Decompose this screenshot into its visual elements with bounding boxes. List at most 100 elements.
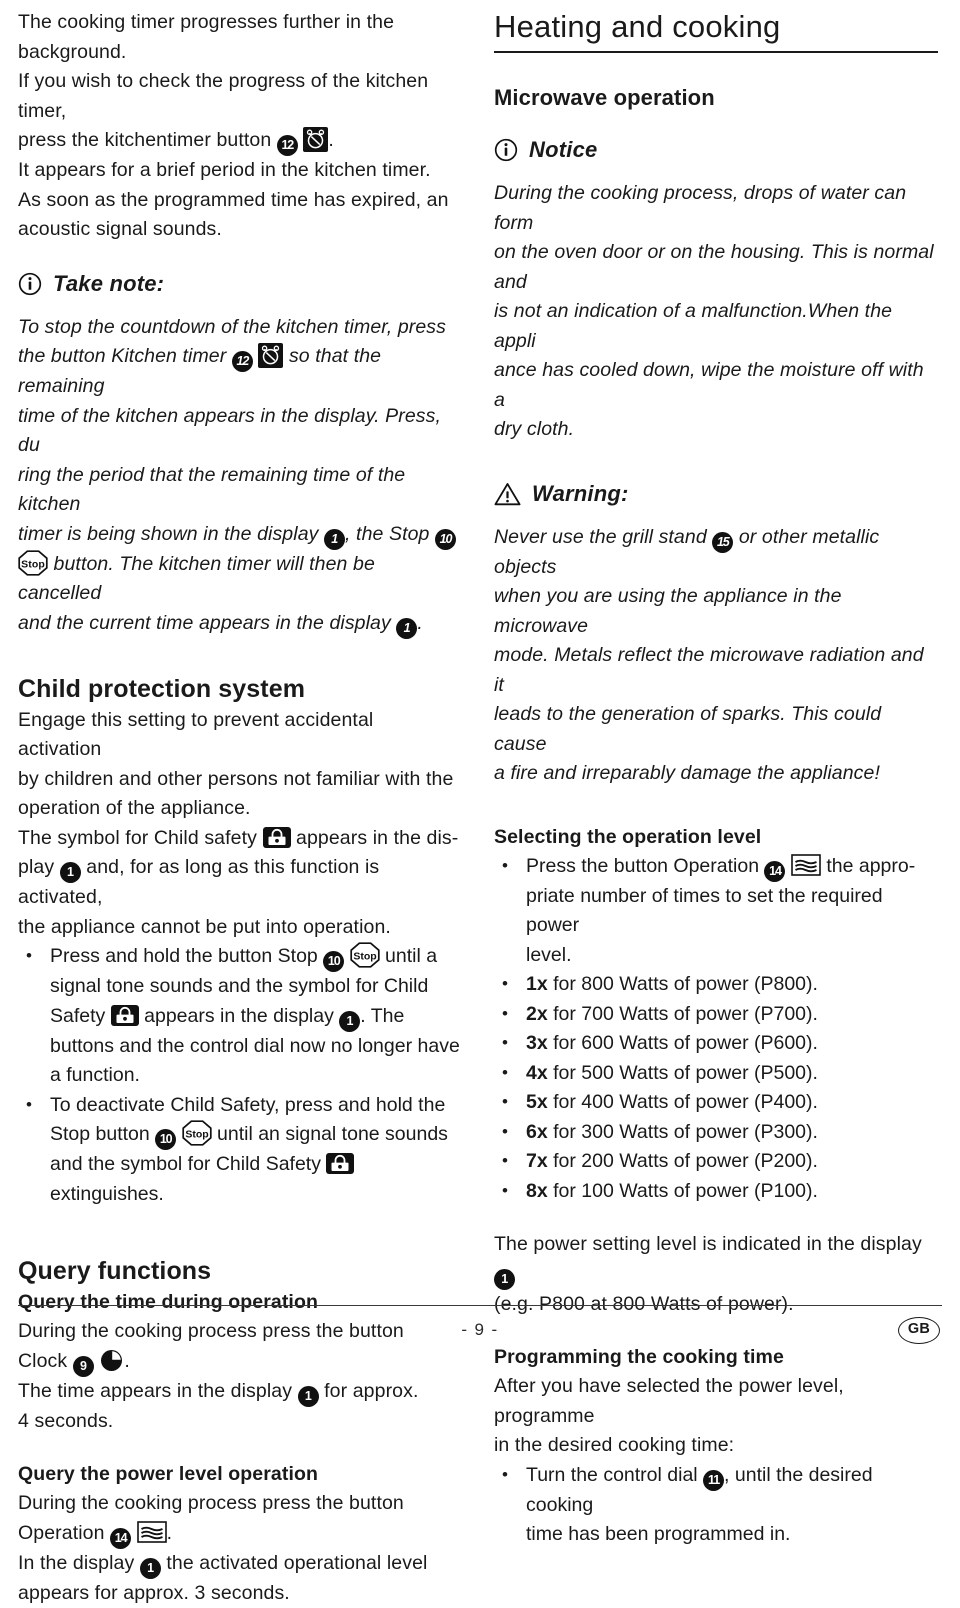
selecting-operation-level-section: Selecting the operation level Press the … [494, 823, 938, 1320]
child-lock-icon [111, 1005, 139, 1026]
callout-number-badge: 10 [435, 529, 456, 550]
child-protection-paragraph-2: The symbol for Child safety appears in t… [18, 824, 462, 943]
text-line: It appears for a brief period in the kit… [18, 156, 462, 186]
stop-icon: Stop [182, 1120, 212, 1146]
spacer [494, 445, 938, 479]
text-line: signal tone sounds and the symbol for Ch… [50, 972, 462, 1002]
text-fragment: timer is being shown in the display [18, 523, 318, 545]
text-line: by children and other persons not famili… [18, 765, 462, 795]
programming-cooking-time-bullets: Turn the control dial 11, until the desi… [494, 1461, 938, 1550]
text-fragment: In the display [18, 1552, 134, 1574]
spacer [18, 299, 462, 313]
text-line: ring the period that the remaining time … [18, 461, 462, 520]
callout-number-badge: 14 [110, 1528, 131, 1549]
programming-cooking-time-section: Programming the cooking time After you h… [494, 1343, 938, 1550]
text-line: Operation 14 . [18, 1519, 462, 1549]
text-fragment: the activated operational level [166, 1552, 427, 1574]
text-fragment: press the kitchentimer button [18, 129, 271, 151]
text-line: a function. [50, 1061, 462, 1091]
text-line: on the oven door or on the housing. This… [494, 238, 938, 297]
take-note-body: To stop the countdown of the kitchen tim… [18, 313, 462, 639]
query-power-level-body: During the cooking process press the but… [18, 1489, 462, 1608]
list-item: Press and hold the button Stop 10 Stop u… [18, 942, 462, 1091]
callout-number-badge: 9 [73, 1356, 94, 1377]
page-footer: - 9 - GB [18, 1305, 942, 1343]
text-line: The power setting level is indicated in … [494, 1230, 938, 1290]
text-line: The cooking timer progresses further in … [18, 8, 462, 67]
child-protection-bullets: Press and hold the button Stop 10 Stop u… [18, 942, 462, 1209]
text-line: priate number of times to set the requir… [526, 882, 938, 941]
text-line: buttons and the control dial now no long… [50, 1032, 462, 1062]
footer-divider [18, 1305, 942, 1306]
text-line: Engage this setting to prevent accidenta… [18, 706, 462, 765]
text-line: the appliance cannot be put into operati… [18, 913, 462, 943]
power-level-text: for 300 Watts of power (P300). [553, 1121, 818, 1143]
text-line: To deactivate Child Safety, press and ho… [50, 1091, 462, 1121]
stop-icon: Stop [350, 942, 380, 968]
text-line: Press the button Operation 14 th [526, 852, 938, 882]
text-fragment: Press and hold the button Stop [50, 945, 318, 967]
language-badge: GB [898, 1317, 940, 1344]
svg-text:Stop: Stop [185, 1129, 208, 1141]
list-item: Turn the control dial 11, until the desi… [494, 1461, 938, 1550]
callout-number-badge: 12 [277, 135, 298, 156]
clock-icon [99, 1348, 124, 1373]
power-level-times: 8x [526, 1180, 548, 1202]
page-number: - 9 - [461, 1320, 498, 1340]
text-fragment: appears in the dis- [296, 827, 458, 849]
selecting-operation-level-heading: Selecting the operation level [494, 823, 938, 852]
text-fragment: . [167, 1522, 173, 1544]
spacer [494, 789, 938, 823]
callout-number-badge: 12 [232, 351, 253, 372]
callout-number-badge: 1 [324, 529, 345, 550]
text-fragment: the appro- [826, 855, 915, 877]
warning-icon [494, 482, 521, 506]
page-title: Heating and cooking [494, 8, 938, 53]
list-item: 8x for 100 Watts of power (P100). [494, 1177, 938, 1207]
child-lock-icon [263, 827, 291, 848]
callout-number-badge: 10 [155, 1129, 176, 1150]
programming-cooking-time-body: After you have selected the power level,… [494, 1372, 938, 1461]
take-note-callout: Take note: To stop the countdown of the … [18, 269, 462, 639]
query-functions-heading: Query functions [18, 1255, 462, 1288]
list-item: To deactivate Child Safety, press and ho… [18, 1091, 462, 1210]
text-line: time of the kitchen appears in the displ… [18, 402, 462, 461]
text-line: During the cooking process press the but… [18, 1489, 462, 1519]
text-line: Turn the control dial 11, until the desi… [526, 1461, 938, 1521]
callout-number-badge: 14 [764, 861, 785, 882]
power-level-times: 5x [526, 1091, 548, 1113]
power-level-times: 7x [526, 1150, 548, 1172]
spacer [494, 1206, 938, 1230]
document-page: The cooking timer progresses further in … [0, 0, 960, 1357]
spacer [18, 1436, 462, 1460]
warning-body: Never use the grill stand 15 or other me… [494, 523, 938, 789]
text-line: mode. Metals reflect the microwave radia… [494, 641, 938, 700]
text-line: and the symbol for Child Safety extingui… [50, 1150, 462, 1209]
power-level-times: 1x [526, 973, 548, 995]
text-line: Never use the grill stand 15 or other me… [494, 523, 938, 583]
text-line: when you are using the appliance in the … [494, 582, 938, 641]
child-lock-icon [326, 1153, 354, 1174]
operation-level-bullets: Press the button Operation 14 th [494, 852, 938, 1207]
power-level-times: 4x [526, 1062, 548, 1084]
text-line: Stop button 10 Stop until an signal tone… [50, 1120, 462, 1150]
list-item: 6x for 300 Watts of power (P300). [494, 1118, 938, 1148]
power-level-times: 3x [526, 1032, 548, 1054]
info-icon [18, 272, 42, 296]
text-line: If you wish to check the progress of the… [18, 67, 462, 126]
text-line: operation of the appliance. [18, 794, 462, 824]
text-fragment: and the current time appears in the disp… [18, 612, 391, 634]
power-level-text: for 500 Watts of power (P500). [553, 1062, 818, 1084]
text-fragment: The power setting level is indicated in … [494, 1233, 922, 1255]
two-column-layout: The cooking timer progresses further in … [18, 8, 942, 1608]
text-fragment: , the Stop [345, 523, 429, 545]
spacer [18, 1209, 462, 1255]
text-fragment: The symbol for Child safety [18, 827, 257, 849]
spacer [18, 245, 462, 269]
callout-number-badge: 10 [323, 951, 344, 972]
text-line: dry cloth. [494, 415, 938, 445]
callout-number-badge: 1 [396, 618, 417, 639]
warning-title: Warning: [532, 479, 629, 509]
text-line: Clock 9 . [18, 1347, 462, 1377]
text-fragment: extinguishes. [50, 1183, 164, 1205]
